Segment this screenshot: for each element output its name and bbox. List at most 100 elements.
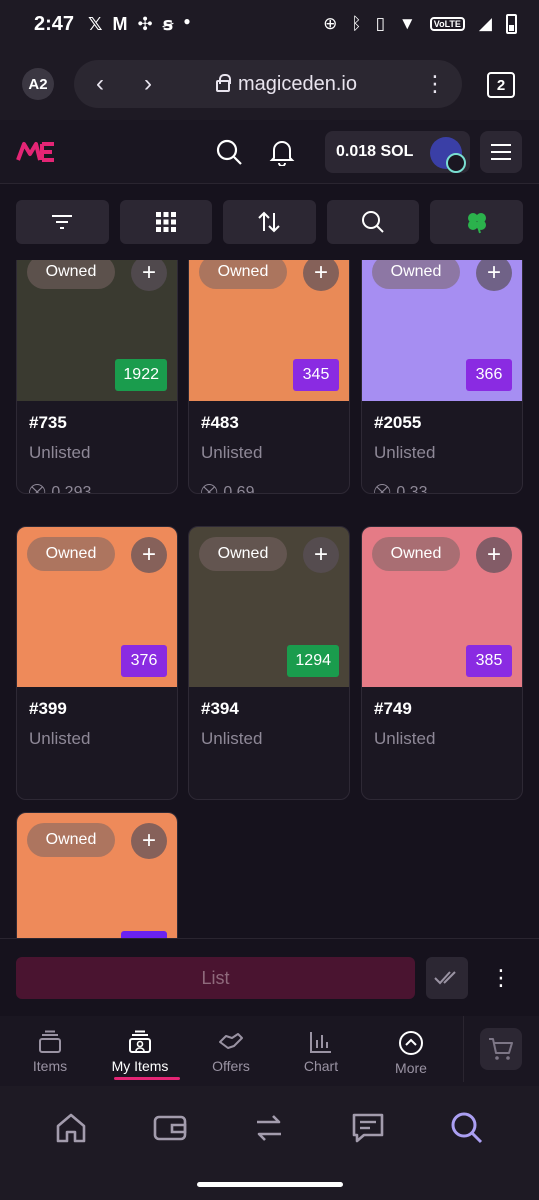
nft-image: Owned + 1294 [189,527,349,687]
add-to-cart-button[interactable]: + [303,260,339,291]
app-bottom-nav: Items My Items Offers Chart More [0,1016,539,1086]
owned-badge: Owned [199,260,287,289]
chart-icon [310,1032,331,1053]
search-icon[interactable] [449,1110,485,1146]
nft-card[interactable]: Owned + 1922 #735 Unlisted ⛒ 0.293 [16,260,178,494]
gesture-bar[interactable] [197,1182,343,1187]
list-action-bar: List ⋮ [0,938,539,1016]
dot-icon: ● [183,13,191,28]
hamburger-menu-button[interactable] [480,131,522,173]
nav-label: Offers [212,1058,250,1074]
nft-image: Owned + [17,813,177,938]
owned-badge: Owned [372,260,460,289]
wifi-icon: ▼ [398,14,416,33]
nft-image: Owned + 366 [362,260,522,401]
wallet-balance-button[interactable]: 0.018 SOL [325,131,470,173]
offers-icon [219,1033,243,1049]
nft-card[interactable]: Owned + 376 #399 Unlisted [16,526,178,800]
bell-icon[interactable] [268,138,296,166]
last-sale: ⛒ 0.69 [189,475,349,494]
add-to-cart-button[interactable]: + [303,537,339,573]
rank-badge: 1294 [287,645,339,677]
owned-badge: Owned [27,260,115,289]
filter-button[interactable] [16,200,109,244]
more-icon [399,1031,423,1055]
url-display[interactable]: magiceden.io [216,73,357,96]
owned-badge: Owned [372,537,460,571]
s-icon: ꞩ [162,13,174,34]
select-all-button[interactable] [426,957,468,999]
owned-badge: Owned [27,537,115,571]
nft-image: Owned + 1922 [17,260,177,401]
sort-icon [258,211,281,233]
address-bar[interactable]: ‹ › magiceden.io ⋮ [74,60,462,108]
cart-button[interactable] [480,1028,522,1070]
system-icons: ⊕ ᛒ ▯ ▼ VoLTE ◢ [323,14,517,34]
list-button[interactable]: List [16,957,415,999]
rank-badge [121,931,167,938]
nav-offers[interactable]: Offers [186,1016,276,1082]
cart-icon [489,1038,513,1060]
nft-image: Owned + 345 [189,260,349,401]
add-to-cart-button[interactable]: + [131,537,167,573]
back-icon[interactable]: ‹ [76,60,124,108]
listing-status: Unlisted [29,729,91,748]
search-icon[interactable] [215,138,243,166]
search-items-button[interactable] [326,200,420,244]
last-sale: ⛒ 0.33 [362,475,522,494]
forward-icon[interactable]: › [124,60,172,108]
add-to-cart-button[interactable]: + [131,260,167,291]
add-to-cart-button[interactable]: + [131,823,167,859]
filter-toolbar [16,200,523,244]
nav-label: Items [32,1058,68,1074]
gmail-icon: M [112,13,128,34]
last-sale-icon: ⛒ [201,484,218,494]
items-grid: Owned + 1922 #735 Unlisted ⛒ 0.293 Owned… [0,260,539,938]
nav-chart[interactable]: Chart [276,1016,366,1082]
clover-button[interactable] [430,200,523,244]
wallet-avatar [430,137,466,173]
my-items-icon [129,1030,151,1053]
nft-image: Owned + 385 [362,527,522,687]
signal-icon: ◢ [478,14,492,33]
nft-card[interactable]: Owned + 385 #749 Unlisted [361,526,523,800]
owned-badge: Owned [27,823,115,857]
nav-items[interactable]: Items [5,1016,95,1082]
browser-menu-icon[interactable]: ⋮ [424,71,446,97]
nav-my-items[interactable]: My Items [95,1016,185,1082]
message-icon[interactable] [350,1110,386,1146]
rank-badge: 1922 [115,359,167,391]
tab-switcher-button[interactable]: 2 [487,72,515,98]
volte-icon: VoLTE [429,17,465,31]
item-name: #2055 [374,413,422,432]
app-header: 0.018 SOL [0,120,539,184]
item-name: #735 [29,413,67,432]
sort-button[interactable] [223,200,316,244]
nav-divider [463,1016,464,1082]
listing-status: Unlisted [201,443,263,462]
item-name: #749 [374,699,412,718]
nft-card[interactable]: Owned + [16,812,178,938]
home-icon[interactable] [53,1110,89,1146]
double-check-icon [434,971,456,985]
bluetooth-icon: ᛒ [351,14,362,33]
grid-view-button[interactable] [119,200,213,244]
nav-label: More [395,1060,427,1076]
listing-status: Unlisted [29,443,91,462]
wallet-icon[interactable] [152,1110,188,1146]
swap-icon[interactable] [251,1110,287,1146]
add-to-cart-button[interactable]: + [476,537,512,573]
nft-image: Owned + 376 [17,527,177,687]
profile-badge[interactable]: A2 [22,68,54,100]
more-options-icon[interactable]: ⋮ [490,957,512,999]
active-tab-indicator [114,1077,180,1080]
grid-icon [155,212,176,232]
nav-more[interactable]: More [366,1016,456,1082]
magic-eden-logo[interactable] [16,136,56,168]
last-sale-icon: ⛒ [374,484,391,494]
nft-card[interactable]: Owned + 366 #2055 Unlisted ⛒ 0.33 [361,260,523,494]
pinwheel-icon: ✣ [137,13,153,34]
add-to-cart-button[interactable]: + [476,260,512,291]
nft-card[interactable]: Owned + 345 #483 Unlisted ⛒ 0.69 [188,260,350,494]
nft-card[interactable]: Owned + 1294 #394 Unlisted [188,526,350,800]
